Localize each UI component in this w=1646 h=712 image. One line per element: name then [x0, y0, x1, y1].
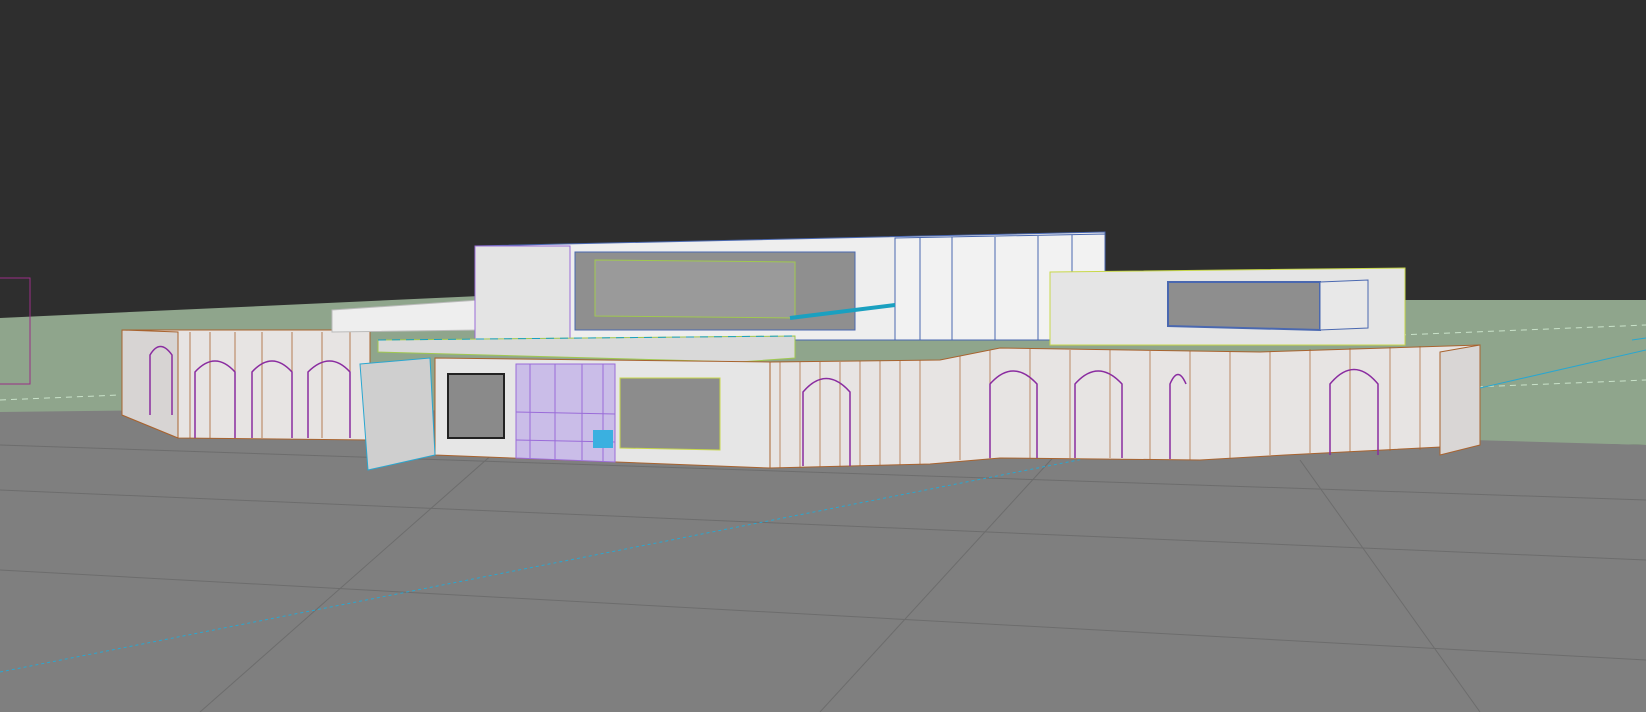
viewport-canvas[interactable]: [0, 0, 1646, 712]
arcade-wall-left[interactable]: [121, 329, 371, 441]
right-upper-volume[interactable]: [1049, 267, 1406, 346]
entrance-window[interactable]: [447, 373, 505, 439]
glazed-entrance[interactable]: [515, 363, 616, 463]
arcade-wall-right[interactable]: [769, 344, 1481, 469]
selection-marker: [593, 430, 613, 448]
open-door-panel[interactable]: [359, 357, 436, 471]
upper-volume[interactable]: [474, 231, 1106, 341]
3d-viewport[interactable]: [0, 0, 1646, 712]
side-window[interactable]: [619, 377, 721, 451]
